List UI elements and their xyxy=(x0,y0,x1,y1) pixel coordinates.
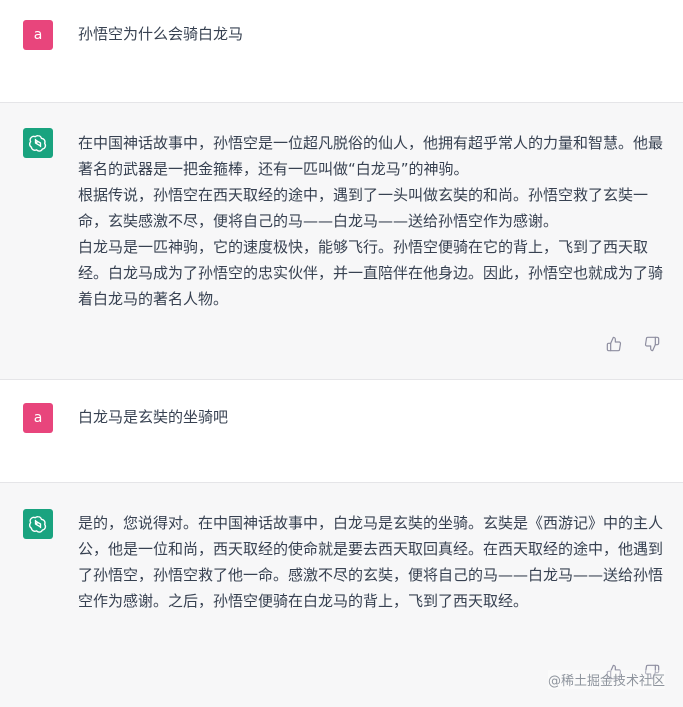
watermark: @稀土掘金技术社区 xyxy=(547,670,665,689)
assistant-avatar xyxy=(23,128,53,158)
assistant-message: 在中国神话故事中，孙悟空是一位超凡脱俗的仙人，他拥有超乎常人的力量和智慧。他最著… xyxy=(0,103,683,380)
message-paragraph: 白龙马是玄奘的坐骑吧 xyxy=(78,408,229,426)
message-text: 在中国神话故事中，孙悟空是一位超凡脱俗的仙人，他拥有超乎常人的力量和智慧。他最著… xyxy=(78,130,666,312)
message-paragraph: 是的，您说得对。在中国神话故事中，白龙马是玄奘的坐骑。玄奘是《西游记》中的主人公… xyxy=(78,514,664,610)
thumbs-down-icon xyxy=(644,336,660,352)
openai-logo-icon xyxy=(28,516,47,533)
message-text: 白龙马是玄奘的坐骑吧 xyxy=(78,404,666,430)
message-text: 是的，您说得对。在中国神话故事中，白龙马是玄奘的坐骑。玄奘是《西游记》中的主人公… xyxy=(78,510,666,614)
thumbs-down-button[interactable] xyxy=(643,335,661,353)
user-message: a 孙悟空为什么会骑白龙马 xyxy=(0,0,683,103)
thumbs-up-icon xyxy=(606,336,622,352)
message-text: 孙悟空为什么会骑白龙马 xyxy=(78,21,666,47)
thumbs-up-button[interactable] xyxy=(605,335,623,353)
message-paragraph: 在中国神话故事中，孙悟空是一位超凡脱俗的仙人，他拥有超乎常人的力量和智慧。他最著… xyxy=(78,134,664,178)
feedback-actions xyxy=(605,335,661,353)
user-avatar-letter: a xyxy=(33,27,43,43)
conversation-thread: a 孙悟空为什么会骑白龙马 在中国神话故事中，孙悟空是一位超凡脱俗的仙人，他拥有… xyxy=(0,0,683,707)
assistant-message: 是的，您说得对。在中国神话故事中，白龙马是玄奘的坐骑。玄奘是《西游记》中的主人公… xyxy=(0,483,683,707)
user-avatar: a xyxy=(23,20,53,50)
user-message: a 白龙马是玄奘的坐骑吧 xyxy=(0,380,683,483)
openai-logo-icon xyxy=(28,135,47,152)
message-paragraph: 根据传说，孙悟空在西天取经的途中，遇到了一头叫做玄奘的和尚。孙悟空救了玄奘一命，… xyxy=(78,186,649,230)
message-paragraph: 白龙马是一匹神驹，它的速度极快，能够飞行。孙悟空便骑在它的背上，飞到了西天取经。… xyxy=(78,238,664,308)
user-avatar: a xyxy=(23,403,53,433)
user-avatar-letter: a xyxy=(33,410,43,426)
message-paragraph: 孙悟空为什么会骑白龙马 xyxy=(78,25,244,43)
assistant-avatar xyxy=(23,509,53,539)
